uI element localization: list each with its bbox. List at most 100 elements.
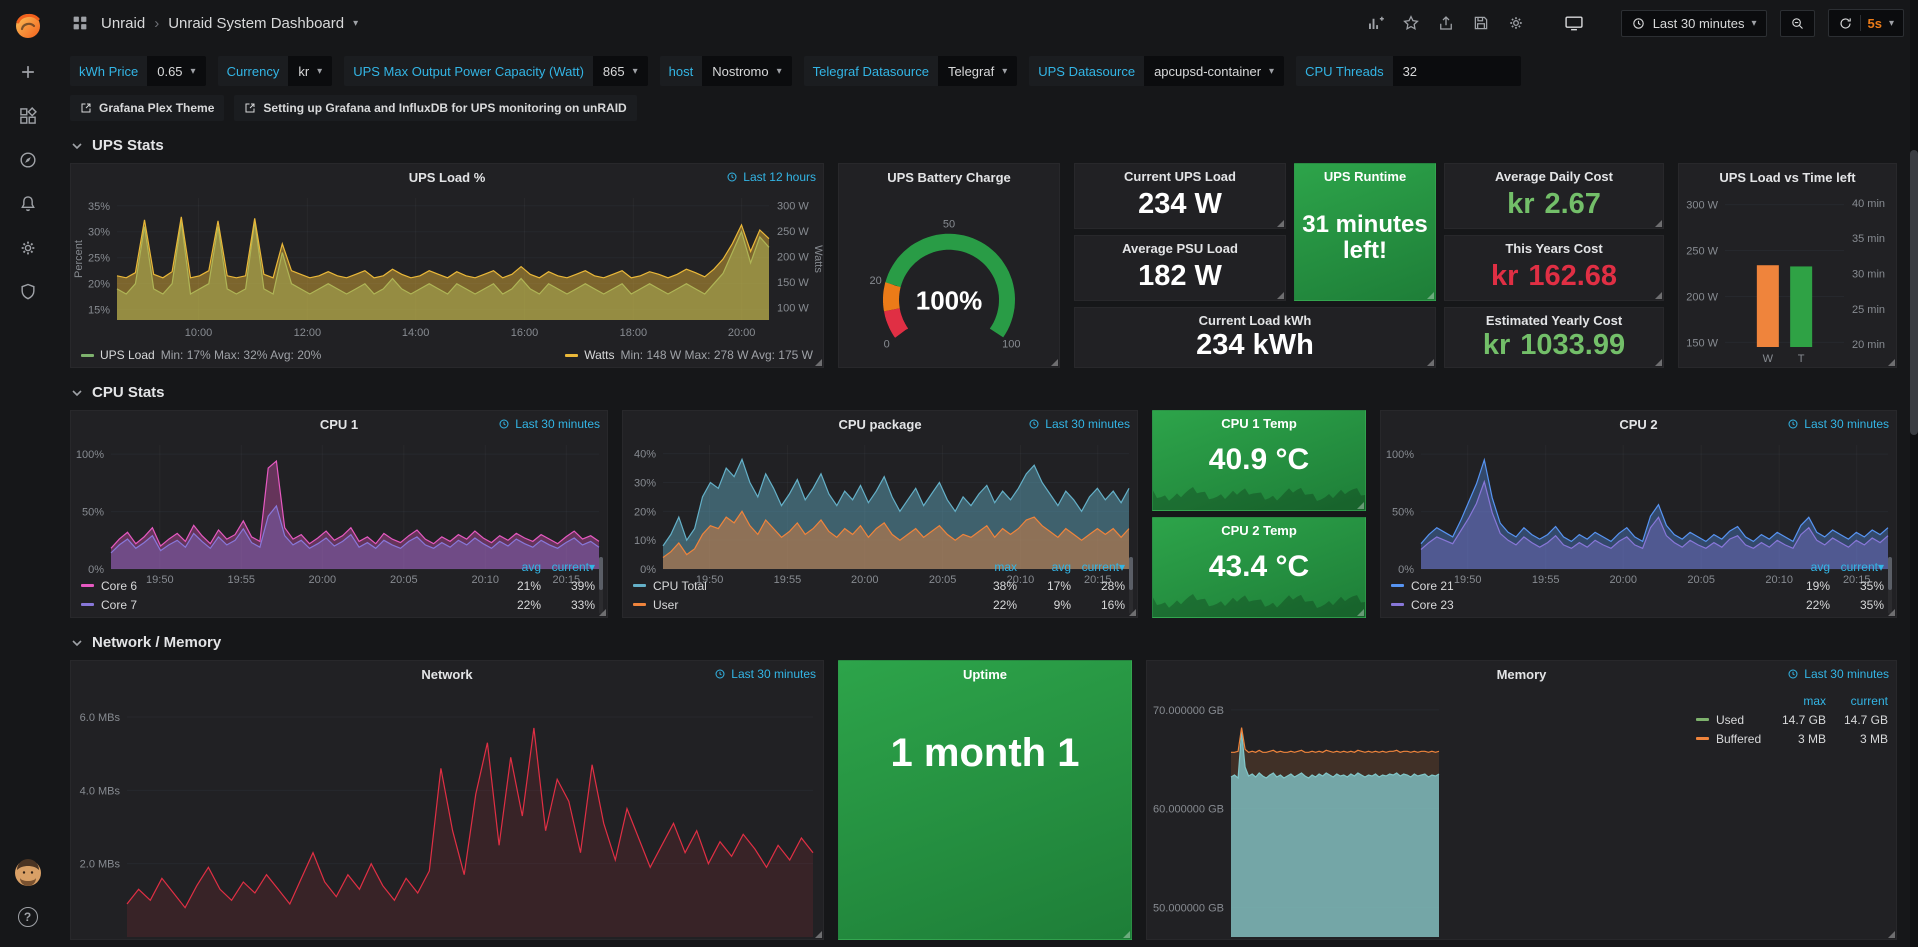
time-range-picker[interactable]: Last 30 minutes ▾ bbox=[1621, 10, 1767, 37]
refresh-button[interactable]: 5s ▾ bbox=[1828, 9, 1905, 37]
chevron-down-icon[interactable]: ▾ bbox=[353, 18, 358, 29]
sidebar-item-configuration[interactable] bbox=[0, 226, 55, 270]
panel-title[interactable]: CPU 2 Temp bbox=[1153, 518, 1365, 538]
panel-title[interactable]: Memory bbox=[1497, 667, 1547, 682]
panel-title[interactable]: CPU 2 bbox=[1619, 417, 1657, 432]
legend-sort-header[interactable]: current bbox=[1826, 694, 1888, 708]
panel-title[interactable]: UPS Load vs Time left bbox=[1719, 170, 1855, 185]
legend-series-name[interactable]: Buffered bbox=[1696, 732, 1764, 746]
panel-title[interactable]: Uptime bbox=[963, 667, 1007, 682]
refresh-interval-label[interactable]: 5s bbox=[1868, 16, 1882, 31]
panel-header[interactable]: Uptime bbox=[839, 661, 1131, 687]
legend-series-name[interactable]: Core 23 bbox=[1391, 598, 1776, 612]
legend-scrollbar-thumb[interactable] bbox=[599, 557, 603, 590]
legend-sort-header[interactable]: max bbox=[1764, 694, 1826, 708]
legend-series-name[interactable]: Core 7 bbox=[81, 598, 487, 612]
panel-header[interactable]: CPU package Last 30 minutes bbox=[623, 411, 1137, 437]
panel-title[interactable]: Network bbox=[421, 667, 472, 682]
panel-title[interactable]: Current UPS Load bbox=[1075, 164, 1285, 184]
panel-title[interactable]: UPS Load % bbox=[409, 170, 486, 185]
dashboard-link[interactable]: Grafana Plex Theme bbox=[70, 95, 224, 121]
legend-swatch bbox=[1391, 584, 1404, 587]
save-button[interactable] bbox=[1470, 12, 1492, 34]
sidebar-item-explore[interactable] bbox=[0, 138, 55, 182]
variable-cpu-threads: CPU Threads32 bbox=[1296, 56, 1521, 86]
legend-row: Core 621%39% bbox=[81, 576, 595, 595]
links-row: Grafana Plex Theme Setting up Grafana and… bbox=[70, 95, 1903, 121]
variable-value[interactable]: apcupsd-container▾ bbox=[1144, 56, 1284, 86]
legend-item[interactable]: UPS LoadMin: 17% Max: 32% Avg: 20% bbox=[81, 348, 321, 362]
panel-title[interactable]: UPS Battery Charge bbox=[887, 170, 1011, 185]
variable-value[interactable]: 865▾ bbox=[593, 56, 648, 86]
panel-header[interactable]: UPS Battery Charge bbox=[839, 164, 1059, 190]
scrollbar-thumb[interactable] bbox=[1910, 150, 1918, 435]
legend-sort-header[interactable]: current▾ bbox=[1830, 560, 1884, 574]
network-chart[interactable]: 6.0 MBs4.0 MBs2.0 MBs bbox=[71, 687, 823, 939]
legend-scrollbar-thumb[interactable] bbox=[1888, 557, 1892, 590]
user-avatar[interactable] bbox=[0, 851, 55, 895]
panel-header[interactable]: CPU 1 Last 30 minutes bbox=[71, 411, 607, 437]
panel-header[interactable]: CPU 2 Last 30 minutes bbox=[1381, 411, 1896, 437]
legend-scrollbar-thumb[interactable] bbox=[1129, 557, 1133, 590]
panel-title[interactable]: Average Daily Cost bbox=[1445, 164, 1663, 184]
panel-uptime: Uptime 1 month 1 bbox=[838, 660, 1132, 940]
svg-text:60.000000 GB: 60.000000 GB bbox=[1153, 804, 1224, 816]
legend-series-name[interactable]: CPU Total bbox=[633, 579, 963, 593]
sidebar-item-create[interactable] bbox=[0, 50, 55, 94]
panel-title[interactable]: Estimated Yearly Cost bbox=[1445, 308, 1663, 328]
dashboard-settings-button[interactable] bbox=[1505, 12, 1527, 34]
legend-series-name[interactable]: Core 21 bbox=[1391, 579, 1776, 593]
section-ups-stats[interactable]: UPS Stats bbox=[55, 121, 1918, 163]
ups-bar-chart[interactable]: 300 W250 W200 W150 W40 min35 min30 min25… bbox=[1679, 190, 1896, 367]
share-button[interactable] bbox=[1435, 12, 1457, 34]
variable-value[interactable]: Nostromo▾ bbox=[702, 56, 791, 86]
section-network-memory[interactable]: Network / Memory bbox=[55, 618, 1918, 660]
variable-value[interactable]: 0.65▾ bbox=[147, 56, 205, 86]
legend-value: 22% bbox=[1776, 598, 1830, 612]
dashboard-link[interactable]: Setting up Grafana and InfluxDB for UPS … bbox=[234, 95, 636, 121]
star-button[interactable] bbox=[1400, 12, 1422, 34]
legend-sort-header[interactable]: current▾ bbox=[1071, 560, 1125, 574]
chart-legend: avgcurrent▾Core 621%39%Core 722%33% bbox=[81, 557, 595, 614]
panel-title[interactable]: This Years Cost bbox=[1445, 236, 1663, 256]
sidebar: ? bbox=[0, 0, 55, 947]
sidebar-item-dashboards[interactable] bbox=[0, 94, 55, 138]
ups-load-chart[interactable]: 35%30%25%20%15%300 W250 W200 W150 W100 W… bbox=[71, 190, 823, 340]
legend-sort-header[interactable]: avg bbox=[1776, 560, 1830, 574]
help-button[interactable]: ? bbox=[0, 895, 55, 939]
apps-grid-icon[interactable] bbox=[69, 12, 91, 34]
sidebar-item-server-admin[interactable] bbox=[0, 270, 55, 314]
panel-header[interactable]: Memory Last 30 minutes bbox=[1147, 661, 1896, 687]
memory-chart[interactable]: 70.000000 GB60.000000 GB50.000000 GB bbox=[1147, 687, 1447, 939]
panel-header[interactable]: UPS Load % Last 12 hours bbox=[71, 164, 823, 190]
legend-series-name[interactable]: Used bbox=[1696, 713, 1764, 727]
legend-sort-header[interactable]: avg bbox=[1017, 560, 1071, 574]
legend-series-name[interactable]: User bbox=[633, 598, 963, 612]
breadcrumb-root[interactable]: Unraid bbox=[101, 15, 145, 32]
panel-header[interactable]: UPS Load vs Time left bbox=[1679, 164, 1896, 190]
panel-title[interactable]: Current Load kWh bbox=[1075, 308, 1435, 328]
panel-title[interactable]: UPS Runtime bbox=[1295, 164, 1435, 184]
variable-value[interactable]: Telegraf▾ bbox=[938, 56, 1017, 86]
battery-gauge[interactable]: 02050100100% bbox=[839, 190, 1059, 367]
panel-header[interactable]: Network Last 30 minutes bbox=[71, 661, 823, 687]
legend-swatch bbox=[565, 354, 578, 357]
legend-sort-header[interactable]: current▾ bbox=[541, 560, 595, 574]
zoom-out-button[interactable] bbox=[1780, 10, 1815, 37]
breadcrumb-dashboard-title[interactable]: Unraid System Dashboard bbox=[168, 15, 344, 32]
panel-title[interactable]: CPU package bbox=[838, 417, 921, 432]
legend-series-name[interactable]: Core 6 bbox=[81, 579, 487, 593]
panel-title[interactable]: CPU 1 bbox=[320, 417, 358, 432]
cycle-view-button[interactable] bbox=[1563, 12, 1585, 34]
grafana-logo[interactable] bbox=[0, 0, 55, 50]
legend-sort-header[interactable]: avg bbox=[487, 560, 541, 574]
panel-title[interactable]: CPU 1 Temp bbox=[1153, 411, 1365, 431]
legend-item[interactable]: WattsMin: 148 W Max: 278 W Avg: 175 W bbox=[565, 348, 813, 362]
section-cpu-stats[interactable]: CPU Stats bbox=[55, 368, 1918, 410]
add-panel-button[interactable] bbox=[1365, 12, 1387, 34]
sidebar-item-alerting[interactable] bbox=[0, 182, 55, 226]
variable-value[interactable]: kr▾ bbox=[288, 56, 332, 86]
panel-title[interactable]: Average PSU Load bbox=[1075, 236, 1285, 256]
legend-sort-header[interactable]: max bbox=[963, 560, 1017, 574]
variable-input[interactable]: 32 bbox=[1393, 56, 1521, 86]
